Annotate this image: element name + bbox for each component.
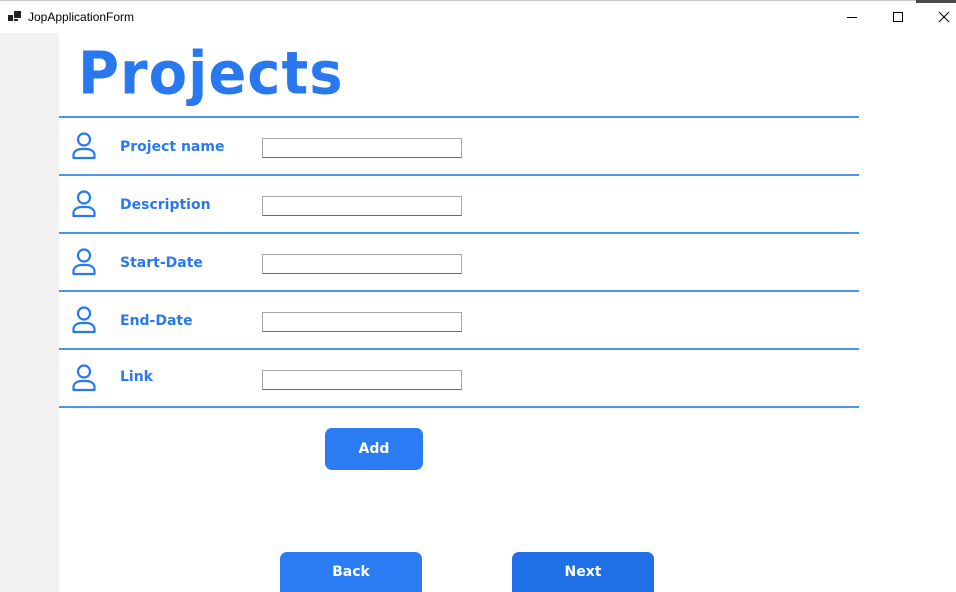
form-row-end-date: End-Date <box>59 292 859 348</box>
end-date-input[interactable] <box>262 312 462 332</box>
page-title: Projects <box>78 40 344 109</box>
form-row-description: Description <box>59 176 859 232</box>
field-label: Description <box>120 197 211 213</box>
user-icon <box>72 364 96 392</box>
form-row-project-name: Project name <box>59 118 859 174</box>
window-title: JopApplicationForm <box>28 10 135 24</box>
back-button[interactable]: Back <box>280 552 422 592</box>
app-icon <box>8 9 22 23</box>
field-label: Start-Date <box>120 255 203 271</box>
user-icon <box>72 190 96 218</box>
start-date-input[interactable] <box>262 254 462 274</box>
next-button[interactable]: Next <box>512 552 654 592</box>
link-input[interactable] <box>262 370 462 390</box>
maximize-icon <box>893 12 903 22</box>
maximize-button[interactable] <box>876 3 922 33</box>
form-row-start-date: Start-Date <box>59 234 859 290</box>
field-label: Link <box>120 369 153 385</box>
add-button[interactable]: Add <box>325 428 423 470</box>
user-icon <box>72 306 96 334</box>
divider <box>59 406 859 408</box>
field-label: End-Date <box>120 313 193 329</box>
title-bar[interactable]: JopApplicationForm <box>0 3 956 33</box>
project-name-input[interactable] <box>262 138 462 158</box>
minimize-button[interactable] <box>830 3 876 33</box>
user-icon <box>72 248 96 276</box>
field-label: Project name <box>120 139 225 155</box>
close-button[interactable] <box>922 3 956 33</box>
form-row-link: Link <box>59 350 859 406</box>
user-icon <box>72 132 96 160</box>
left-panel <box>0 33 59 592</box>
minimize-icon <box>847 17 857 18</box>
close-icon <box>938 11 950 23</box>
description-input[interactable] <box>262 196 462 216</box>
